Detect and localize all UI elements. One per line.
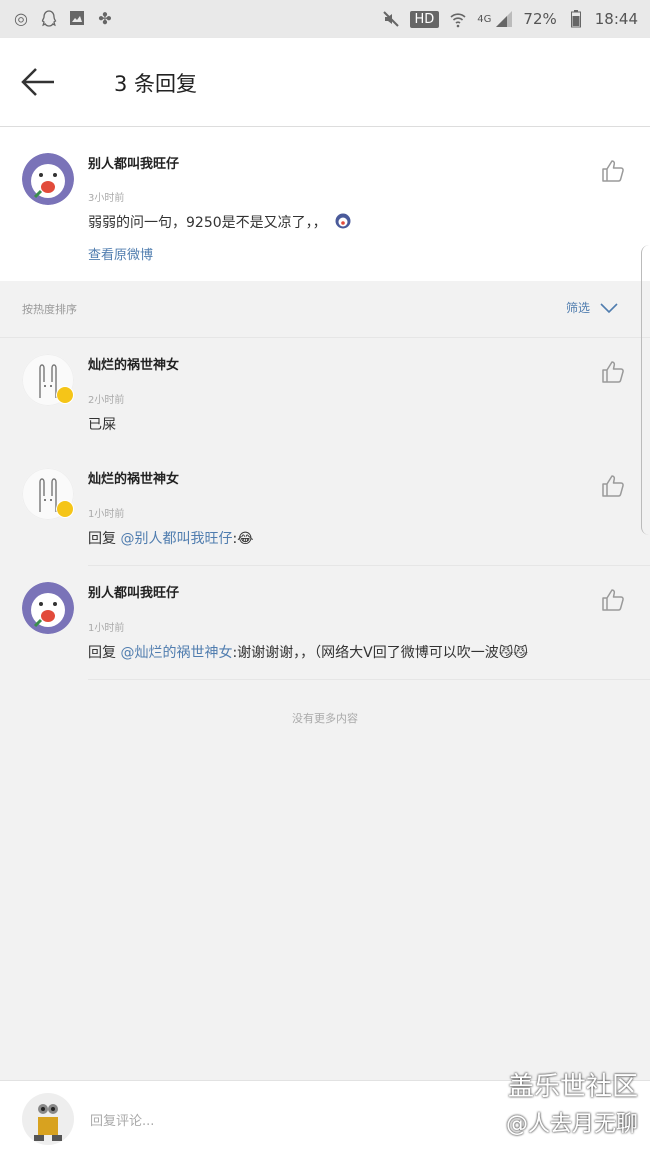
- comment-time: 1小时前: [88, 623, 125, 634]
- netease-icon: ◎: [14, 9, 28, 28]
- mute-icon: [382, 10, 400, 28]
- watermark-user: @人去月无聊: [505, 1112, 638, 1137]
- view-original-link[interactable]: 查看原微博: [88, 244, 153, 263]
- status-bar: ◎ ✤ HD 4G 72% 18:44: [0, 0, 650, 38]
- sort-by-hot-label[interactable]: 按热度排序: [22, 301, 77, 317]
- gallery-icon: [68, 10, 86, 28]
- arrow-left-icon: [21, 68, 54, 96]
- avatar[interactable]: [22, 582, 74, 634]
- comment-time: 2小时前: [88, 395, 125, 406]
- commenter-name[interactable]: 灿烂的祸世神女: [88, 354, 179, 373]
- avatar[interactable]: [22, 153, 74, 205]
- comment-time: 1小时前: [88, 509, 125, 520]
- leaf-icon: ✤: [98, 9, 112, 28]
- battery-icon: [567, 10, 585, 28]
- commenter-name[interactable]: 别人都叫我旺仔: [88, 582, 179, 601]
- thumbs-up-icon[interactable]: [601, 360, 625, 384]
- filter-label: 筛选: [566, 301, 591, 315]
- commenter-name[interactable]: 灿烂的祸世神女: [88, 468, 179, 487]
- comment-text: 回复 @灿烂的祸世神女:谢谢谢谢，，（网络大V回了微博可以吹一波😼😼: [88, 642, 528, 662]
- network-type: 4G: [477, 13, 492, 25]
- comment-text: 弱弱的问一句，9250是不是又凉了，，: [88, 212, 351, 233]
- mention-link[interactable]: @灿烂的祸世神女: [120, 645, 232, 661]
- battery-percentage: 72%: [523, 10, 557, 28]
- no-more-content: 没有更多内容: [292, 712, 358, 725]
- thumbs-up-icon[interactable]: [601, 474, 625, 498]
- wifi-icon: [449, 10, 467, 28]
- emoji-icon: [335, 213, 351, 233]
- filter-button[interactable]: 筛选: [566, 299, 618, 316]
- thumbs-up-icon[interactable]: [601, 588, 625, 612]
- commenter-name[interactable]: 别人都叫我旺仔: [88, 153, 179, 172]
- list-item: 灿烂的祸世神女 2小时前 已屎: [0, 338, 650, 452]
- qq-icon: [40, 10, 58, 28]
- watermark-community: 盖乐世社区: [507, 1072, 638, 1102]
- page-title: 3 条回复: [114, 72, 198, 96]
- signal-icon: [495, 10, 513, 28]
- chevron-down-icon: [600, 302, 618, 313]
- comment-time: 3小时前: [88, 193, 125, 204]
- verified-badge-icon: [56, 500, 74, 518]
- avatar[interactable]: [22, 1093, 74, 1145]
- root-comment: 别人都叫我旺仔 3小时前 弱弱的问一句，9250是不是又凉了，， 查看原微博: [0, 127, 650, 281]
- hd-icon: HD: [409, 10, 440, 28]
- edge-panel-handle[interactable]: [641, 245, 650, 535]
- divider: [88, 679, 650, 680]
- reply-suffix: :😂: [232, 531, 254, 547]
- header: 3 条回复: [0, 38, 650, 127]
- reply-suffix: :谢谢谢谢，，（网络大V回了微博可以吹一波😼😼: [232, 645, 528, 661]
- list-item: 别人都叫我旺仔 1小时前 回复 @灿烂的祸世神女:谢谢谢谢，，（网络大V回了微博…: [0, 566, 650, 680]
- list-item: 灿烂的祸世神女 1小时前 回复 @别人都叫我旺仔:😂: [0, 452, 650, 566]
- reply-prefix: 回复: [88, 645, 121, 661]
- back-button[interactable]: [18, 64, 58, 100]
- verified-badge-icon: [56, 386, 74, 404]
- thumbs-up-icon[interactable]: [601, 159, 625, 183]
- mention-link[interactable]: @别人都叫我旺仔: [120, 531, 232, 547]
- reply-prefix: 回复: [88, 531, 121, 547]
- sort-bar: 按热度排序 筛选: [0, 281, 650, 338]
- comment-text-content: 弱弱的问一句，9250是不是又凉了，，: [88, 215, 327, 231]
- comment-text: 回复 @别人都叫我旺仔:😂: [88, 528, 254, 548]
- clock: 18:44: [594, 10, 638, 28]
- comment-text: 已屎: [88, 417, 116, 433]
- reply-comment-input[interactable]: [88, 1109, 472, 1133]
